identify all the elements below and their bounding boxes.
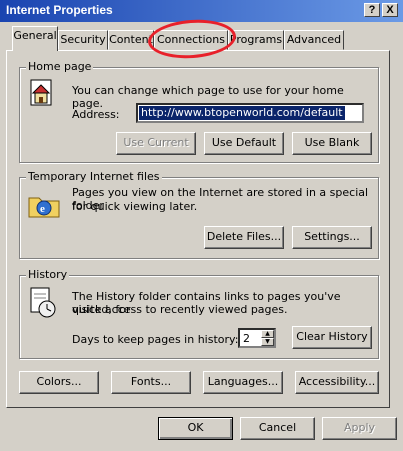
days-value: 2 [243, 332, 250, 345]
history-group-title: History [26, 268, 70, 281]
use-default-button[interactable]: Use Default [204, 132, 284, 155]
days-down-arrow[interactable]: ▼ [261, 338, 274, 346]
delete-files-button[interactable]: Delete Files... [204, 226, 284, 249]
internet-properties-window: Internet Properties ? X General Security… [0, 0, 403, 451]
days-up-arrow[interactable]: ▲ [261, 330, 274, 338]
use-blank-button[interactable]: Use Blank [292, 132, 372, 155]
tab-advanced[interactable]: Advanced [284, 30, 344, 50]
temp-files-group-title: Temporary Internet files [26, 170, 162, 183]
ie-folder-icon: e [28, 197, 60, 218]
days-label: Days to keep pages in history: [72, 333, 239, 346]
address-label: Address: [72, 108, 120, 121]
title-bar[interactable]: Internet Properties ? X [0, 0, 403, 22]
accessibility-button[interactable]: Accessibility... [295, 371, 379, 394]
history-description-line2: quick access to recently viewed pages. [72, 303, 288, 316]
help-button[interactable]: ? [364, 3, 380, 17]
tab-security[interactable]: Security [58, 30, 108, 50]
clear-history-button[interactable]: Clear History [292, 326, 372, 349]
ok-button[interactable]: OK [158, 417, 233, 440]
languages-button[interactable]: Languages... [203, 371, 283, 394]
tab-general[interactable]: General [12, 26, 58, 51]
apply-button[interactable]: Apply [322, 417, 397, 440]
history-group: History The History folder contains link… [19, 268, 379, 359]
home-page-group-title: Home page [26, 60, 94, 73]
cancel-button[interactable]: Cancel [240, 417, 315, 440]
fonts-button[interactable]: Fonts... [111, 371, 191, 394]
window-title: Internet Properties [6, 3, 113, 17]
temp-files-description-line2: for quick viewing later. [72, 200, 198, 213]
home-page-icon [30, 79, 52, 106]
settings-button[interactable]: Settings... [292, 226, 372, 249]
tab-programs[interactable]: Programs [228, 30, 284, 50]
close-button[interactable]: X [382, 3, 398, 17]
history-icon [30, 287, 56, 318]
svg-text:e: e [40, 203, 45, 215]
colors-button[interactable]: Colors... [19, 371, 99, 394]
address-field[interactable]: http://www.btopenworld.com/default [136, 103, 364, 123]
home-page-group: Home page You can change which page to u… [19, 60, 379, 163]
address-field-value: http://www.btopenworld.com/default [139, 106, 345, 120]
use-current-label: Use Current [123, 136, 189, 149]
general-tab-panel: Home page You can change which page to u… [6, 50, 390, 408]
days-stepper[interactable]: 2 ▲ ▼ [238, 328, 276, 348]
use-current-button[interactable]: Use Current [116, 132, 196, 155]
apply-label: Apply [343, 421, 376, 434]
temp-files-group: Temporary Internet files e Pages you vie… [19, 170, 379, 259]
